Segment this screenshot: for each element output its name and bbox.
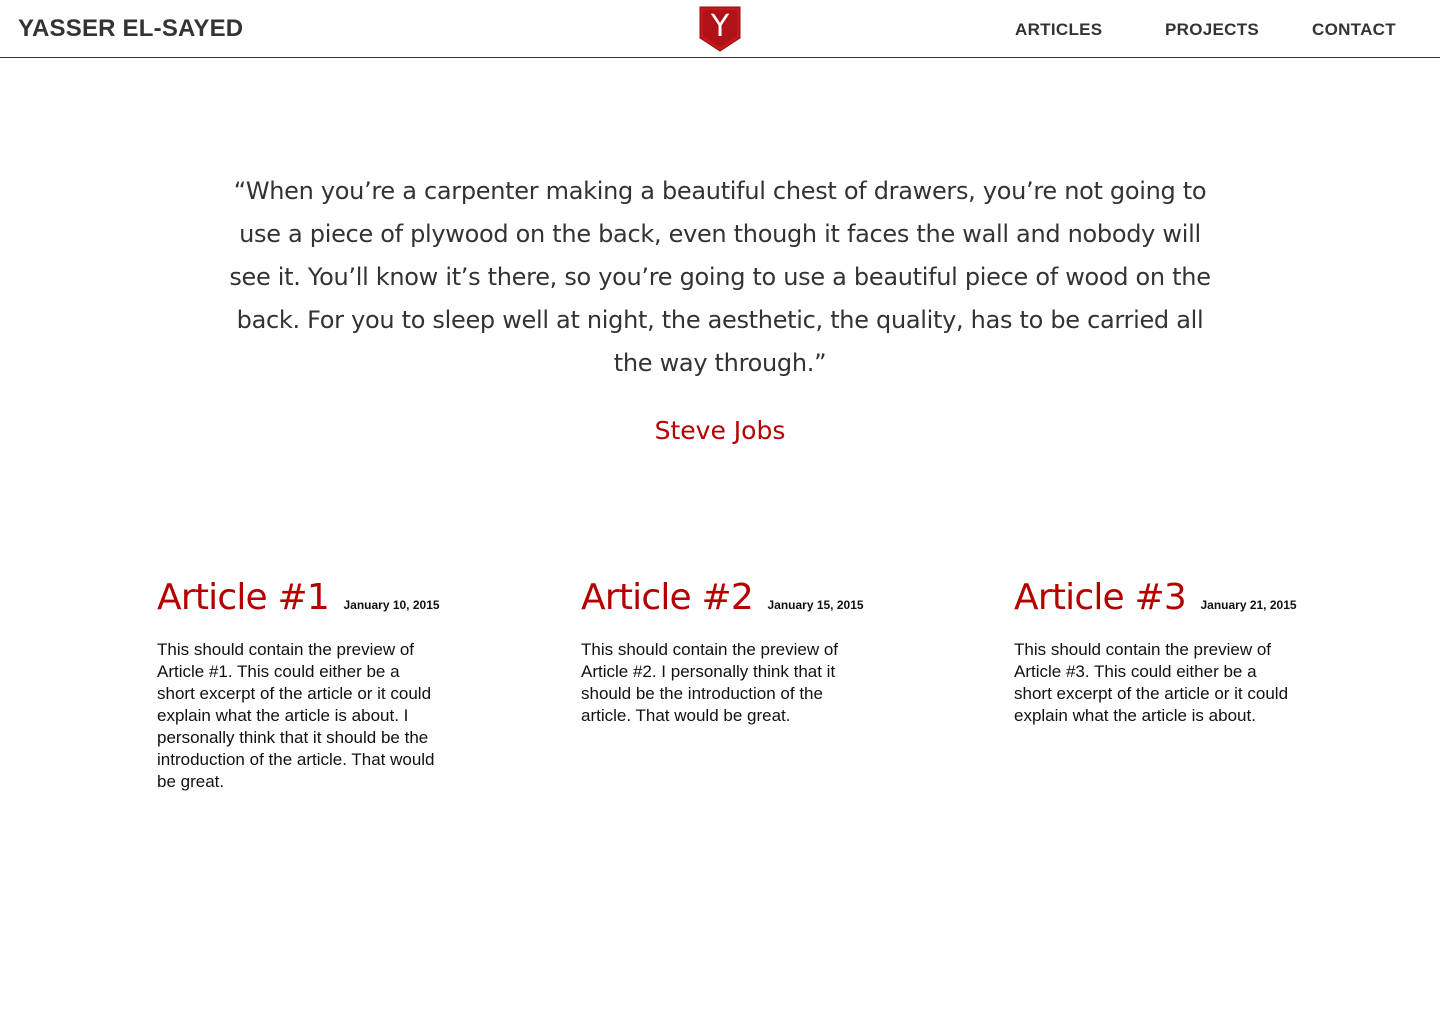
article-date: January 21, 2015	[1200, 598, 1297, 612]
article-date: January 15, 2015	[767, 598, 864, 612]
site-header: YASSER EL-SAYED Y ARTICLES PROJECTS CONT…	[0, 0, 1440, 58]
article-card: Article #3 January 21, 2015 This should …	[1014, 575, 1299, 727]
article-card: Article #2 January 15, 2015 This should …	[581, 575, 866, 727]
logo-shield-icon-graphic: Y	[699, 6, 741, 52]
nav-articles[interactable]: ARTICLES	[1015, 20, 1102, 40]
article-header: Article #1 January 10, 2015	[157, 575, 442, 623]
article-preview: This should contain the preview of Artic…	[1014, 640, 1289, 725]
article-header: Article #2 January 15, 2015	[581, 575, 866, 623]
nav-projects[interactable]: PROJECTS	[1165, 20, 1259, 40]
article-preview: This should contain the preview of Artic…	[581, 640, 839, 725]
quote-section: “When you’re a carpenter making a beauti…	[220, 170, 1220, 385]
article-preview: This should contain the preview of Artic…	[157, 640, 435, 791]
quote-author: Steve Jobs	[654, 416, 786, 445]
article-header: Article #3 January 21, 2015	[1014, 575, 1299, 623]
article-card: Article #1 January 10, 2015 This should …	[157, 575, 442, 793]
logo-shield-icon[interactable]: Y	[699, 4, 741, 52]
article-title-link[interactable]: Article #2	[581, 575, 754, 621]
quote-text: “When you’re a carpenter making a beauti…	[229, 177, 1211, 377]
article-title-link[interactable]: Article #3	[1014, 575, 1187, 621]
site-title-link[interactable]: YASSER EL-SAYED	[18, 15, 243, 43]
nav-contact[interactable]: CONTACT	[1312, 20, 1396, 40]
logo-letter: Y	[710, 9, 730, 44]
article-date: January 10, 2015	[343, 598, 440, 612]
article-title-link[interactable]: Article #1	[157, 575, 330, 621]
